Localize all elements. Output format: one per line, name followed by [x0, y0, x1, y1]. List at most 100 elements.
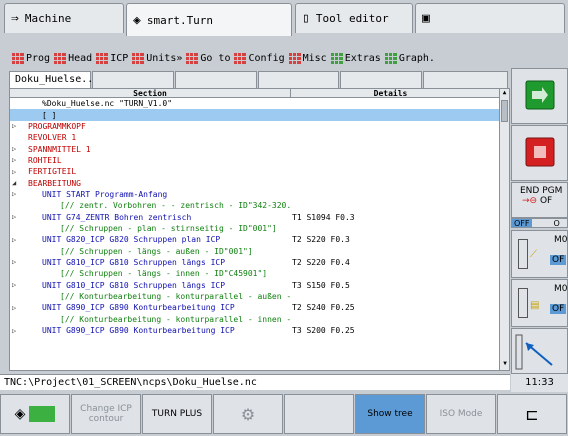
table-row[interactable]: [// zentr. Vorbohren - - zentrisch - ID"…: [10, 200, 509, 211]
simulation-button[interactable]: [511, 328, 568, 374]
table-row[interactable]: ▷ UNIT START Programm-Anfang: [10, 189, 509, 200]
nc-stop-button[interactable]: [511, 125, 568, 181]
table-row[interactable]: ▷ SPANNMITTEL 1: [10, 143, 509, 154]
row-details: T2 S220 F0.3: [292, 235, 350, 245]
doctab-empty[interactable]: [340, 71, 423, 88]
save-icon: ▣: [422, 11, 430, 26]
tab-tool-editor[interactable]: ▯ Tool editor: [295, 3, 413, 33]
off-label: OFF: [512, 219, 532, 228]
table-row[interactable]: ◢ BEARBEITUNG: [10, 177, 509, 188]
scroll-up-icon[interactable]: ▲: [500, 89, 509, 99]
doctab-empty[interactable]: [423, 71, 508, 88]
change-icp-contour-softkey[interactable]: Change ICP contour: [71, 394, 141, 434]
menu-head[interactable]: Head: [54, 53, 92, 64]
menu-config[interactable]: Config: [234, 53, 285, 64]
on-label: O: [553, 219, 560, 228]
expand-toggle-icon[interactable]: ▷: [10, 236, 28, 244]
turn-plus-softkey[interactable]: TURN PLUS: [142, 394, 212, 434]
menu-extras-label: Extras: [344, 53, 381, 64]
menu-misc[interactable]: Misc: [288, 53, 327, 64]
table-row[interactable]: ▷ UNIT G810_ICP G810 Schruppen längs ICP T…: [10, 280, 509, 291]
m01-value: OF: [550, 255, 567, 265]
table-row[interactable]: [// Konturbearbeitung - konturparallel -…: [10, 314, 509, 325]
table-row[interactable]: ▷ UNIT G890_ICP G890 Konturbearbeitung IC…: [10, 302, 509, 313]
scroll-thumb[interactable]: [501, 100, 508, 122]
tab-machine[interactable]: ⇒ Machine: [4, 3, 124, 33]
menu-icp[interactable]: ICP: [96, 53, 128, 64]
grid-icon: [288, 53, 301, 64]
grid-icon: [234, 53, 247, 64]
contour-icon: ⊏: [525, 404, 539, 424]
table-row[interactable]: ▷ UNIT G810_ICP G810 Schruppen längs ICP T…: [10, 257, 509, 268]
expand-toggle-icon[interactable]: ▷: [10, 190, 28, 198]
menu-goto[interactable]: Go to: [186, 53, 230, 64]
expand-toggle-icon[interactable]: ▷: [10, 258, 28, 266]
table-row[interactable]: ▷ ROHTEIL: [10, 155, 509, 166]
document-tabs: Doku_Huelse...: [9, 71, 509, 88]
table-header: Section Details: [10, 89, 509, 98]
table-row[interactable]: ▷ UNIT G890_ICP G890 Konturbearbeitung IC…: [10, 325, 509, 336]
expand-toggle-icon[interactable]: ▷: [10, 168, 28, 176]
application-tabbar: ⇒ Machine ◈ smart.Turn ▯ Tool editor ▣: [0, 0, 568, 36]
table-row[interactable]: ▷ FERTIGTEIL: [10, 166, 509, 177]
expand-toggle-icon[interactable]: ▷: [10, 304, 28, 312]
grid-icon: [330, 53, 343, 64]
tab-tool-editor-label: Tool editor: [315, 12, 389, 25]
workpiece-icon: [29, 406, 56, 422]
doctab-empty[interactable]: [174, 71, 257, 88]
nc-start-button[interactable]: [511, 68, 568, 124]
m01-button[interactable]: ⟋ M0 OF: [511, 230, 568, 278]
table-row[interactable]: ▷ UNIT G74_ZENTR Bohren zentrisch T1 S1094…: [10, 211, 509, 222]
softkey-bar: ◈ Change ICP contour TURN PLUS ⚙ Show tr…: [0, 394, 568, 436]
tool-softkey[interactable]: ⚙: [213, 394, 283, 434]
end-pgm-button[interactable]: END PGM →⊖ OF: [511, 182, 568, 218]
menu-extras[interactable]: Extras: [330, 53, 381, 64]
m00-value: OF: [550, 304, 567, 314]
menu-graph[interactable]: Graph.: [384, 53, 435, 64]
expand-toggle-icon[interactable]: ▷: [10, 122, 28, 130]
table-row[interactable]: %Doku_Huelse.nc "TURN_V1.0": [10, 98, 509, 109]
row-section: SPANNMITTEL 1: [28, 144, 91, 154]
expand-toggle-icon[interactable]: ◢: [10, 179, 28, 187]
column-header-section[interactable]: Section: [10, 89, 290, 98]
show-tree-softkey[interactable]: Show tree: [355, 394, 425, 434]
menu-units[interactable]: Units»: [132, 53, 182, 64]
doctab-empty[interactable]: [257, 71, 340, 88]
table-row[interactable]: ▷ PROGRAMMKOPF: [10, 121, 509, 132]
menu-prog[interactable]: Prog: [12, 53, 50, 64]
doctab-doku-huelse[interactable]: Doku_Huelse...: [9, 71, 99, 88]
row-section: UNIT G820_ICP G820 Schruppen plan ICP: [42, 235, 221, 245]
row-details: T2 S240 F0.25: [292, 303, 355, 313]
iso-mode-softkey[interactable]: ISO Mode: [426, 394, 496, 434]
tool-path-icon: [515, 334, 553, 370]
vertical-scrollbar[interactable]: ▲ ▼: [499, 89, 509, 370]
table-row[interactable]: [ ]: [10, 109, 509, 121]
arrow-icon: ⟋: [530, 249, 537, 260]
machine-icon: [518, 288, 528, 318]
off-on-switch[interactable]: OFF O: [511, 218, 568, 228]
empty-softkey[interactable]: [284, 394, 354, 434]
table-row[interactable]: REVOLVER 1: [10, 132, 509, 143]
expand-toggle-icon[interactable]: ▷: [10, 145, 28, 153]
contour-softkey[interactable]: ⊏: [497, 394, 567, 434]
table-row[interactable]: [// Schruppen - plan - stirnseitig - ID"…: [10, 223, 509, 234]
expand-toggle-icon[interactable]: ▷: [10, 281, 28, 289]
document-icon: ▯: [302, 11, 310, 26]
tab-save[interactable]: ▣: [415, 3, 565, 33]
table-row[interactable]: ▷ UNIT G820_ICP G820 Schruppen plan ICP T2…: [10, 234, 509, 245]
smart-turn-softkey[interactable]: ◈: [0, 394, 70, 434]
table-row[interactable]: [// Schruppen - längs - außen - ID"001"]: [10, 245, 509, 256]
column-header-details[interactable]: Details: [290, 89, 490, 98]
menu-config-label: Config: [248, 53, 285, 64]
scroll-down-icon[interactable]: ▼: [500, 360, 509, 370]
expand-toggle-icon[interactable]: ▷: [10, 327, 28, 335]
expand-toggle-icon[interactable]: ▷: [10, 213, 28, 221]
row-section: %Doku_Huelse.nc "TURN_V1.0": [42, 99, 173, 109]
m00-button[interactable]: ▤ M0 OF: [511, 279, 568, 327]
tab-smart-turn[interactable]: ◈ smart.Turn: [126, 3, 292, 36]
table-row[interactable]: [// Schruppen - längs - innen - ID"C4590…: [10, 268, 509, 279]
expand-toggle-icon[interactable]: ▷: [10, 156, 28, 164]
doctab-empty[interactable]: [92, 71, 174, 88]
menu-head-label: Head: [68, 53, 93, 64]
table-row[interactable]: [// Konturbearbeitung - konturparallel -…: [10, 291, 509, 302]
